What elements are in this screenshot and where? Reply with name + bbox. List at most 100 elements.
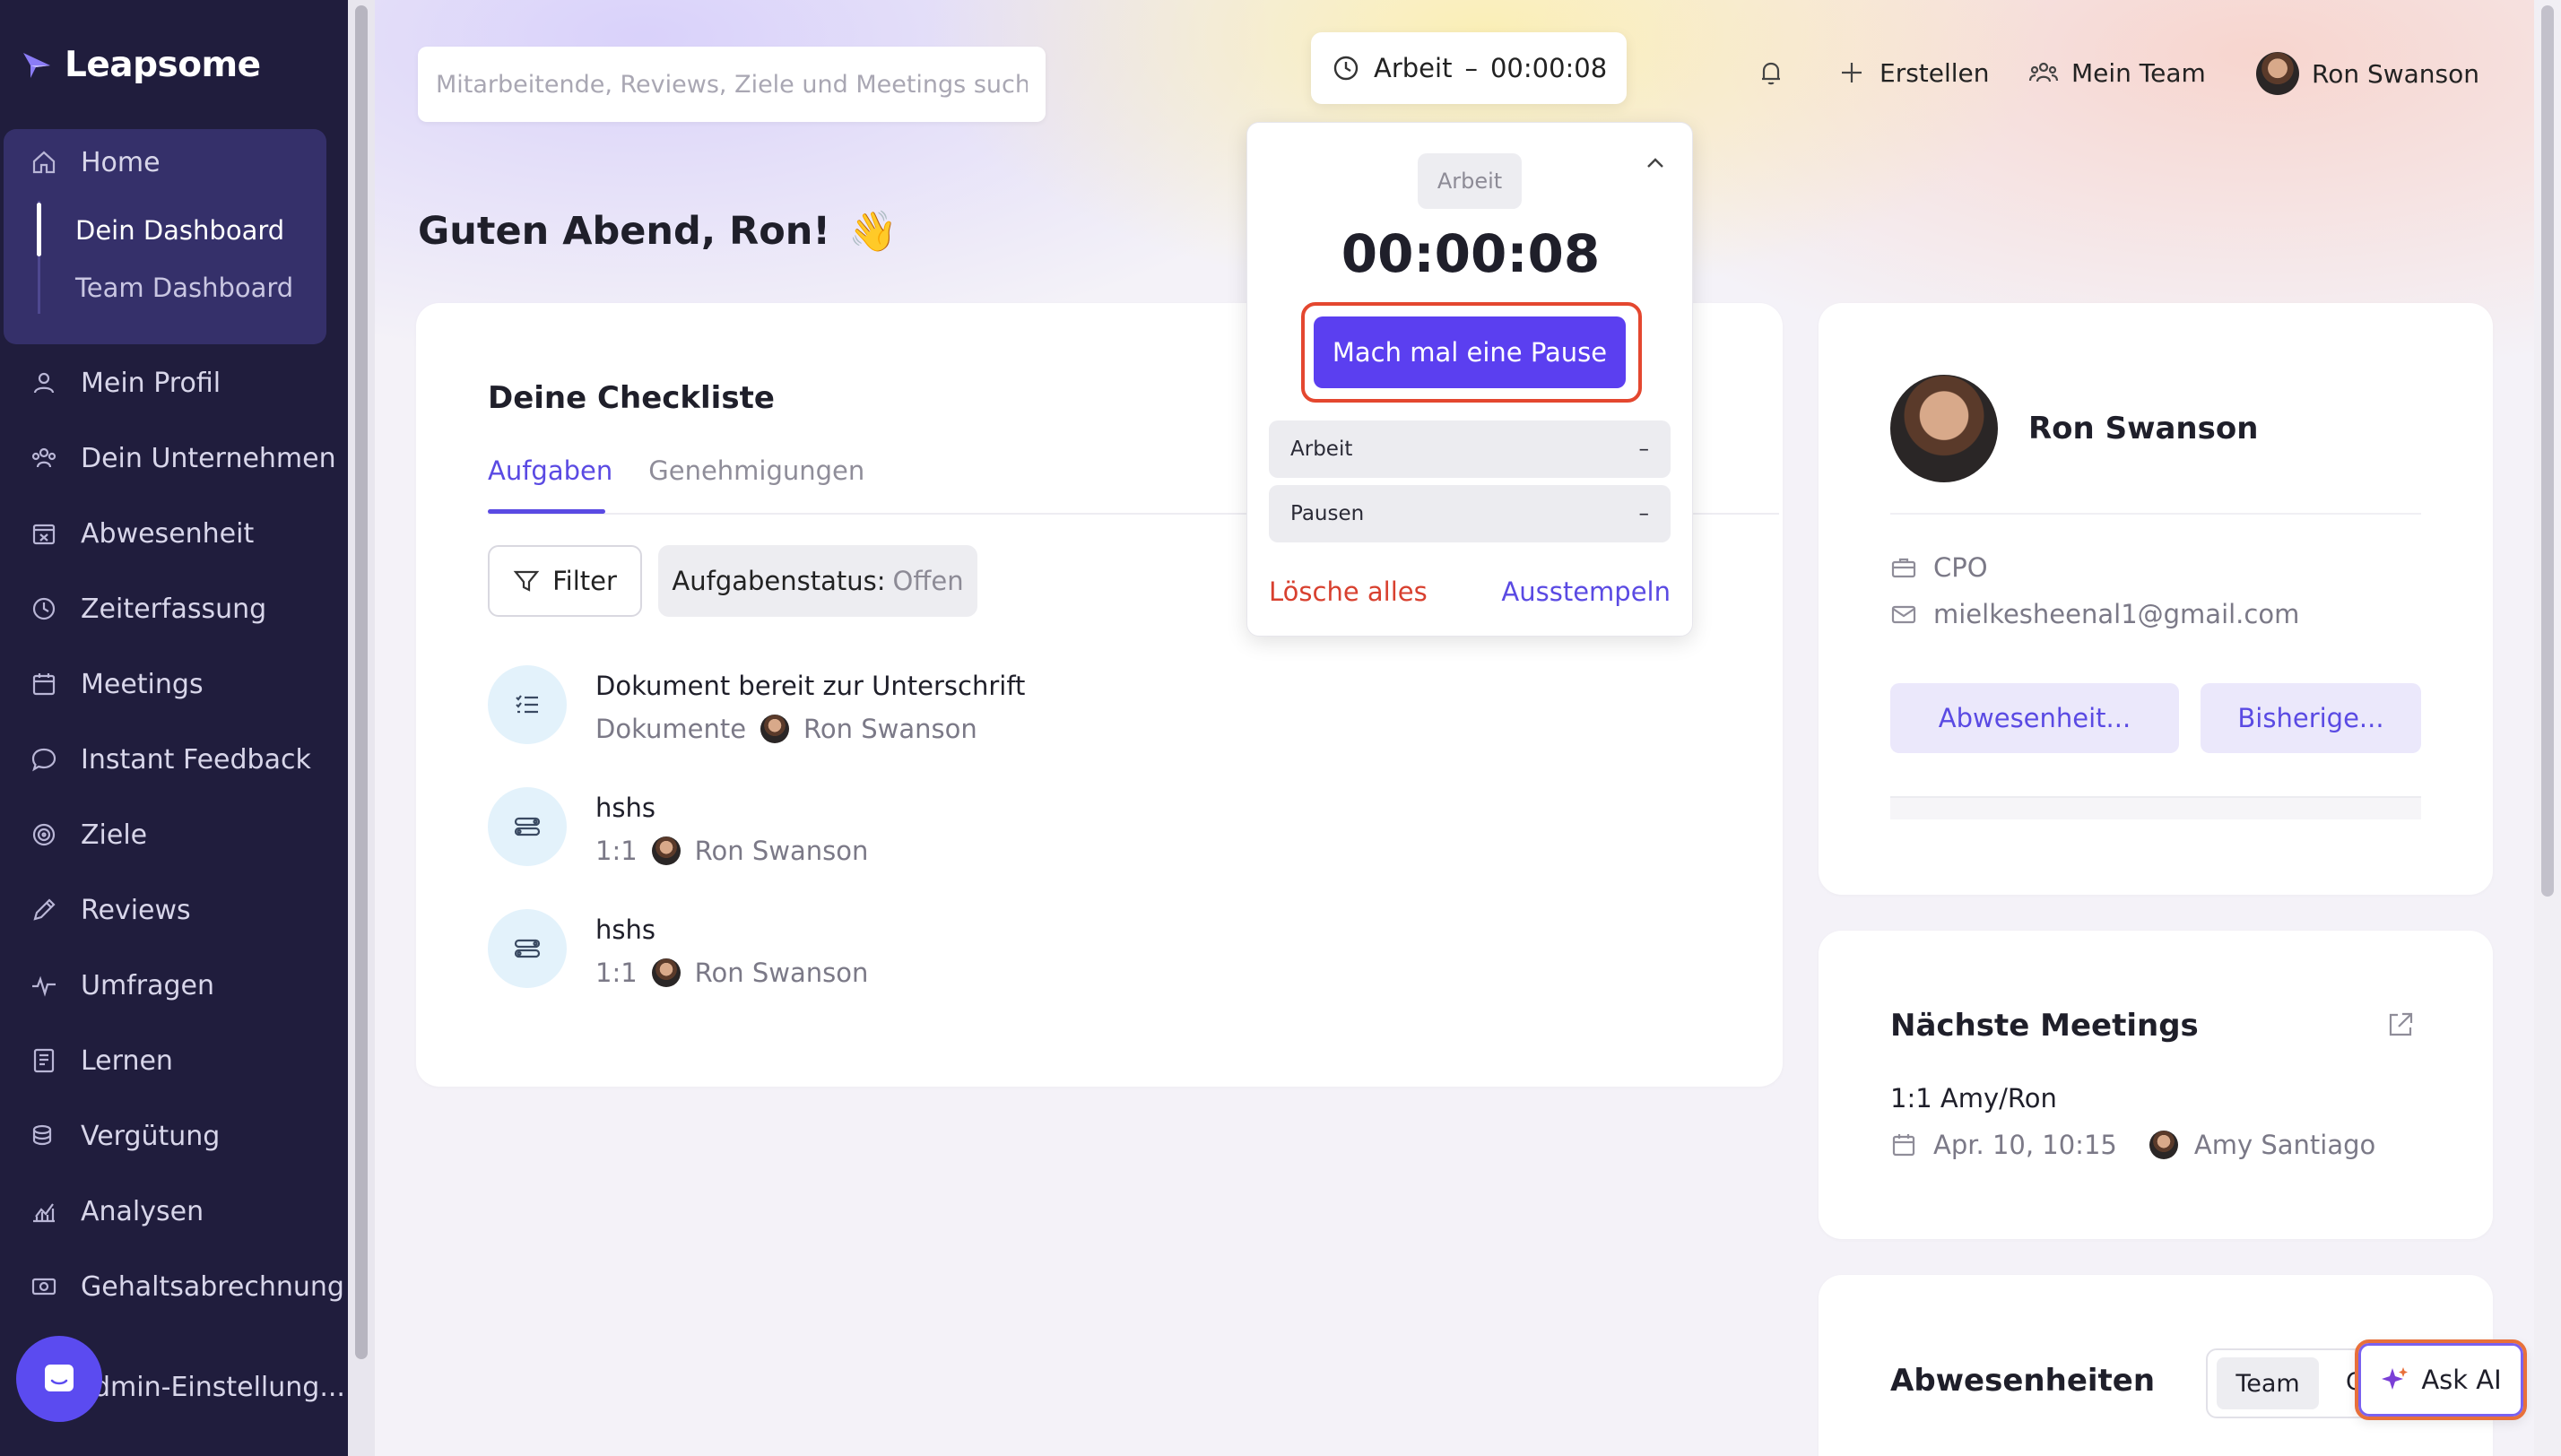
clear-all-link[interactable]: Lösche alles — [1269, 576, 1428, 607]
create-label: Erstellen — [1880, 57, 1990, 88]
open-meetings-button[interactable] — [2385, 1010, 2418, 1042]
sidebar-item-label: Zeiterfassung — [81, 593, 267, 625]
clock-out-link[interactable]: Ausstempeln — [1501, 576, 1671, 607]
users-icon — [27, 441, 61, 475]
user-icon — [27, 366, 61, 400]
absence-button[interactable]: Abwesenheit... — [1890, 683, 2179, 753]
sidebar-item-gehaltsabrechnung[interactable]: Gehaltsabrechnung — [27, 1270, 344, 1304]
sidebar-item-label: Reviews — [81, 894, 191, 926]
task-category: 1:1 — [595, 958, 638, 988]
chat-support-button[interactable] — [16, 1336, 102, 1422]
mail-icon — [1891, 605, 1916, 624]
sidebar-item-admin-einstellungen[interactable]: dmin-Einstellung... — [93, 1372, 345, 1403]
sidebar-scrollbar[interactable] — [348, 0, 375, 1456]
pencil-icon — [27, 893, 61, 927]
book-icon — [27, 1044, 61, 1078]
sidebar-item-mein-profil[interactable]: Mein Profil — [27, 366, 221, 400]
one-on-one-icon — [488, 787, 567, 866]
sidebar-item-home[interactable]: Home — [27, 145, 161, 179]
sidebar-subitem-team-dashboard[interactable]: Team Dashboard — [75, 273, 293, 303]
create-button[interactable]: Erstellen — [1836, 57, 1990, 88]
task-category: Dokumente — [595, 714, 747, 744]
sidebar-item-verguetung[interactable]: Vergütung — [27, 1119, 220, 1153]
sidebar-scrollbar-thumb[interactable] — [355, 5, 368, 1359]
briefcase-icon — [1891, 558, 1916, 578]
avatar — [760, 715, 790, 743]
row-value: – — [1638, 438, 1650, 461]
sidebar-item-instant-feedback[interactable]: Instant Feedback — [27, 742, 311, 776]
list-item[interactable]: hshs 1:1 Ron Swanson — [488, 909, 868, 988]
main-scrollbar[interactable] — [2534, 0, 2561, 1456]
meeting-date: Apr. 10, 10:15 — [1933, 1130, 2117, 1160]
global-search[interactable] — [418, 47, 1046, 122]
avatar — [2256, 52, 2299, 95]
chevron-up-icon — [1647, 158, 1663, 168]
greeting: Guten Abend, Ron! 👋 — [418, 208, 898, 255]
external-link-icon — [2389, 1012, 2413, 1036]
ask-ai-button[interactable]: Ask AI — [2355, 1339, 2527, 1420]
task-title: hshs — [595, 793, 655, 823]
list-item[interactable]: hshs 1:1 Ron Swanson — [488, 787, 868, 866]
take-break-button[interactable]: Mach mal eine Pause — [1314, 316, 1626, 388]
checklist-tabs: Aufgaben Genehmigungen — [488, 455, 864, 486]
task-title: hshs — [595, 914, 655, 945]
avatar[interactable] — [1890, 375, 1998, 482]
target-icon — [27, 818, 61, 852]
sidebar-item-label: Umfragen — [81, 969, 214, 1001]
one-on-one-icon — [488, 909, 567, 988]
tab-aufgaben[interactable]: Aufgaben — [488, 455, 612, 486]
sidebar-item-label: Home — [81, 146, 161, 178]
notifications-button[interactable] — [1756, 57, 1786, 88]
absences-title: Abwesenheiten — [1890, 1363, 2156, 1399]
user-name: Ron Swanson — [2312, 58, 2480, 89]
filter-button[interactable]: Filter — [488, 545, 642, 617]
status-value: Offen — [892, 566, 964, 596]
time-tracking-pill[interactable]: Arbeit – 00:00:08 — [1311, 32, 1627, 104]
subnav-active-indicator — [37, 203, 41, 256]
sidebar-item-label: Analysen — [81, 1195, 204, 1227]
task-person: Ron Swanson — [694, 836, 869, 866]
timer-value: 00:00:08 — [1489, 53, 1608, 83]
clock-icon — [1333, 56, 1359, 81]
sidebar-item-meetings[interactable]: Meetings — [27, 667, 204, 701]
sidebar-item-label: Meetings — [81, 668, 204, 700]
status-label: Aufgabenstatus: — [672, 566, 886, 596]
sidebar-item-zeiterfassung[interactable]: Zeiterfassung — [27, 592, 266, 626]
role-text: CPO — [1933, 552, 1988, 583]
sidebar-subitem-dein-dashboard[interactable]: Dein Dashboard — [75, 215, 284, 246]
wave-emoji: 👋 — [848, 209, 898, 255]
my-team-label: Mein Team — [2071, 57, 2206, 88]
sidebar-item-umfragen[interactable]: Umfragen — [27, 968, 214, 1002]
row-label: Arbeit — [1290, 438, 1353, 461]
sidebar: Leapsome Home Dein Dashboard Team Dashbo… — [0, 0, 348, 1456]
task-status-filter[interactable]: Aufgabenstatus: Offen — [658, 545, 977, 617]
task-category: 1:1 — [595, 836, 638, 866]
filter-label: Filter — [552, 566, 617, 596]
tab-genehmigungen[interactable]: Genehmigungen — [648, 455, 864, 486]
profile-card-footer — [1890, 796, 2421, 819]
greeting-text: Guten Abend, Ron! — [418, 209, 831, 254]
profile-name[interactable]: Ron Swanson — [2028, 411, 2258, 446]
sidebar-item-lernen[interactable]: Lernen — [27, 1044, 173, 1078]
sidebar-item-reviews[interactable]: Reviews — [27, 893, 191, 927]
sidebar-item-ziele[interactable]: Ziele — [27, 818, 147, 852]
sidebar-item-label: Dein Unternehmen — [81, 442, 336, 474]
collapse-button[interactable] — [1642, 150, 1669, 177]
sidebar-item-analysen[interactable]: Analysen — [27, 1194, 204, 1228]
profile-role: CPO — [1890, 552, 1988, 583]
history-button[interactable]: Bisherige... — [2201, 683, 2421, 753]
sidebar-item-dein-unternehmen[interactable]: Dein Unternehmen — [27, 441, 336, 475]
active-tab-indicator — [488, 509, 605, 514]
meeting-name[interactable]: 1:1 Amy/Ron — [1890, 1083, 2057, 1114]
user-menu[interactable]: Ron Swanson — [2256, 52, 2479, 95]
main-scrollbar-thumb[interactable] — [2541, 5, 2554, 897]
timer-label: Arbeit — [1374, 53, 1453, 83]
sidebar-item-abwesenheit[interactable]: Abwesenheit — [27, 516, 254, 550]
pulse-icon — [27, 968, 61, 1002]
segment-team[interactable]: Team — [2217, 1357, 2319, 1409]
search-input[interactable] — [436, 70, 1028, 99]
leapsome-logo[interactable]: Leapsome — [20, 45, 261, 85]
list-item[interactable]: Dokument bereit zur Unterschrift Dokumen… — [488, 665, 1025, 744]
my-team-button[interactable]: Mein Team — [2028, 57, 2206, 88]
time-tracking-dropdown: Arbeit 00:00:08 Mach mal eine Pause Arbe… — [1246, 122, 1693, 637]
